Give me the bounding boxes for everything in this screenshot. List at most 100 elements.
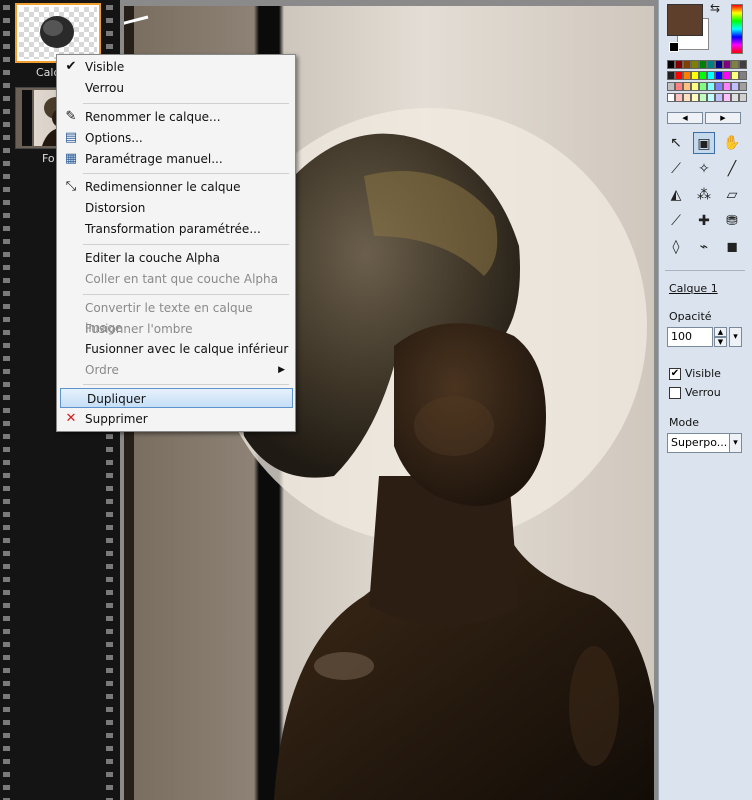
menu-item-label: Verrou: [85, 81, 124, 95]
panel-divider: [665, 270, 745, 271]
menu-item-label: Distorsion: [85, 201, 146, 215]
blur-drop-icon[interactable]: ◊: [665, 236, 687, 258]
palette-swatch[interactable]: [739, 93, 747, 102]
menu-item-visible[interactable]: ✔ Visible: [59, 57, 293, 77]
reset-colors-icon[interactable]: [669, 42, 679, 52]
palette-swatch[interactable]: [683, 82, 691, 91]
hand-pan-icon[interactable]: ✋: [721, 132, 743, 154]
palette-swatch[interactable]: [707, 93, 715, 102]
opacity-dropdown-button[interactable]: ▾: [729, 327, 742, 347]
layer-name-link[interactable]: Calque 1: [669, 282, 718, 295]
stamp-icon[interactable]: ⛃: [721, 210, 743, 232]
layer-select-icon[interactable]: ▣: [693, 132, 715, 154]
palette-scroll-right-button[interactable]: ▶: [705, 112, 741, 124]
palette-swatch[interactable]: [723, 82, 731, 91]
menu-item-ordre[interactable]: Ordre ▶: [59, 360, 293, 380]
blend-mode-dropdown-button[interactable]: ▾: [729, 433, 742, 453]
palette-scroll-left-button[interactable]: ◀: [667, 112, 703, 124]
menu-item-transformation-paramétrée[interactable]: Transformation paramétrée...: [59, 219, 293, 239]
line-tool-icon[interactable]: ╱: [721, 158, 743, 180]
opacity-spin-up[interactable]: ▲: [714, 327, 727, 337]
palette-swatch[interactable]: [723, 93, 731, 102]
palette-swatch[interactable]: [691, 82, 699, 91]
blend-mode-select[interactable]: Superpo...: [667, 433, 731, 453]
lock-checkbox[interactable]: [669, 387, 681, 399]
menu-item-fusionner-avec-le-calque-inférieur[interactable]: Fusionner avec le calque inférieur: [59, 339, 293, 359]
palette-swatch[interactable]: [683, 71, 691, 80]
menu-item-fusionner-l-ombre[interactable]: Fusionner l'ombre: [59, 319, 293, 339]
palette-swatch[interactable]: [723, 71, 731, 80]
palette-swatch[interactable]: [667, 93, 675, 102]
menu-item-label: Coller en tant que couche Alpha: [85, 272, 278, 286]
eraser-icon[interactable]: ▱: [721, 184, 743, 206]
smudge-icon[interactable]: ⌁: [693, 236, 715, 258]
palette-swatch[interactable]: [715, 82, 723, 91]
brush-icon[interactable]: ⟋: [665, 210, 687, 232]
primary-color-swatch[interactable]: [667, 4, 703, 36]
menu-item-supprimer[interactable]: ✕ Supprimer: [59, 409, 293, 429]
menu-item-distorsion[interactable]: Distorsion: [59, 198, 293, 218]
menu-separator: [83, 244, 289, 245]
palette-swatch[interactable]: [731, 71, 739, 80]
palette-swatch[interactable]: [667, 82, 675, 91]
palette-swatch[interactable]: [699, 71, 707, 80]
palette-swatch[interactable]: [731, 60, 739, 69]
menu-item-dupliquer[interactable]: Dupliquer: [60, 388, 293, 408]
menu-item-verrou[interactable]: Verrou: [59, 78, 293, 98]
arrow-select-icon[interactable]: ↖: [665, 132, 687, 154]
menu-item-label: Dupliquer: [87, 392, 146, 406]
palette-swatch[interactable]: [707, 82, 715, 91]
palette-swatch[interactable]: [723, 60, 731, 69]
palette-swatch[interactable]: [675, 71, 683, 80]
palette-swatch[interactable]: [715, 71, 723, 80]
palette-swatch[interactable]: [691, 71, 699, 80]
palette-swatch[interactable]: [675, 93, 683, 102]
palette-swatch[interactable]: [739, 60, 747, 69]
brush-plus-icon[interactable]: ✚: [693, 210, 715, 232]
lock-label: Verrou: [685, 386, 721, 399]
menu-item-coller-en-tant-que-couche-alpha[interactable]: Coller en tant que couche Alpha: [59, 269, 293, 289]
color-palette: [667, 60, 747, 106]
menu-item-paramétrage-manuel[interactable]: ▦ Paramétrage manuel...: [59, 149, 293, 169]
hue-spectrum-bar[interactable]: [731, 4, 743, 54]
palette-swatch[interactable]: [675, 82, 683, 91]
palette-swatch[interactable]: [715, 60, 723, 69]
menu-item-options[interactable]: ▤ Options...: [59, 128, 293, 148]
palette-swatch[interactable]: [699, 82, 707, 91]
opacity-spin-down[interactable]: ▼: [714, 337, 727, 347]
visible-checkbox[interactable]: ✔: [669, 368, 681, 380]
palette-swatch[interactable]: [739, 71, 747, 80]
menu-item-label: Fusionner l'ombre: [85, 322, 193, 336]
menu-item-editer-la-couche-alpha[interactable]: Editer la couche Alpha: [59, 248, 293, 268]
palette-swatch[interactable]: [731, 93, 739, 102]
palette-swatch[interactable]: [667, 60, 675, 69]
filmstrip-sprocket-left: [3, 0, 10, 800]
palette-swatch[interactable]: [699, 60, 707, 69]
menu-item-renommer-le-calque[interactable]: ✎ Renommer le calque...: [59, 107, 293, 127]
spray-icon[interactable]: ⁂: [693, 184, 715, 206]
menu-item-redimensionner-le-calque[interactable]: ⤡ Redimensionner le calque: [59, 177, 293, 197]
palette-swatch[interactable]: [715, 93, 723, 102]
palette-swatch[interactable]: [667, 71, 675, 80]
manual-settings-icon: ▦: [64, 151, 78, 166]
palette-swatch[interactable]: [691, 93, 699, 102]
palette-swatch[interactable]: [731, 82, 739, 91]
photo-tool-icon[interactable]: ◼: [721, 236, 743, 258]
menu-item-label: Paramétrage manuel...: [85, 152, 223, 166]
submenu-arrow-icon: ▶: [278, 365, 285, 375]
magic-wand-icon[interactable]: ✧: [693, 158, 715, 180]
palette-swatch[interactable]: [707, 60, 715, 69]
opacity-input[interactable]: 100: [667, 327, 713, 347]
swap-colors-icon[interactable]: ⇆: [707, 0, 723, 16]
fill-bucket-icon[interactable]: ◭: [665, 184, 687, 206]
menu-item-label: Redimensionner le calque: [85, 180, 241, 194]
palette-swatch[interactable]: [675, 60, 683, 69]
palette-swatch[interactable]: [683, 93, 691, 102]
menu-item-convertir-le-texte-en-calque-image[interactable]: Convertir le texte en calque image: [59, 298, 293, 335]
palette-swatch[interactable]: [699, 93, 707, 102]
palette-swatch[interactable]: [691, 60, 699, 69]
eyedropper-icon[interactable]: ⟋: [665, 158, 687, 180]
palette-swatch[interactable]: [707, 71, 715, 80]
palette-swatch[interactable]: [739, 82, 747, 91]
palette-swatch[interactable]: [683, 60, 691, 69]
